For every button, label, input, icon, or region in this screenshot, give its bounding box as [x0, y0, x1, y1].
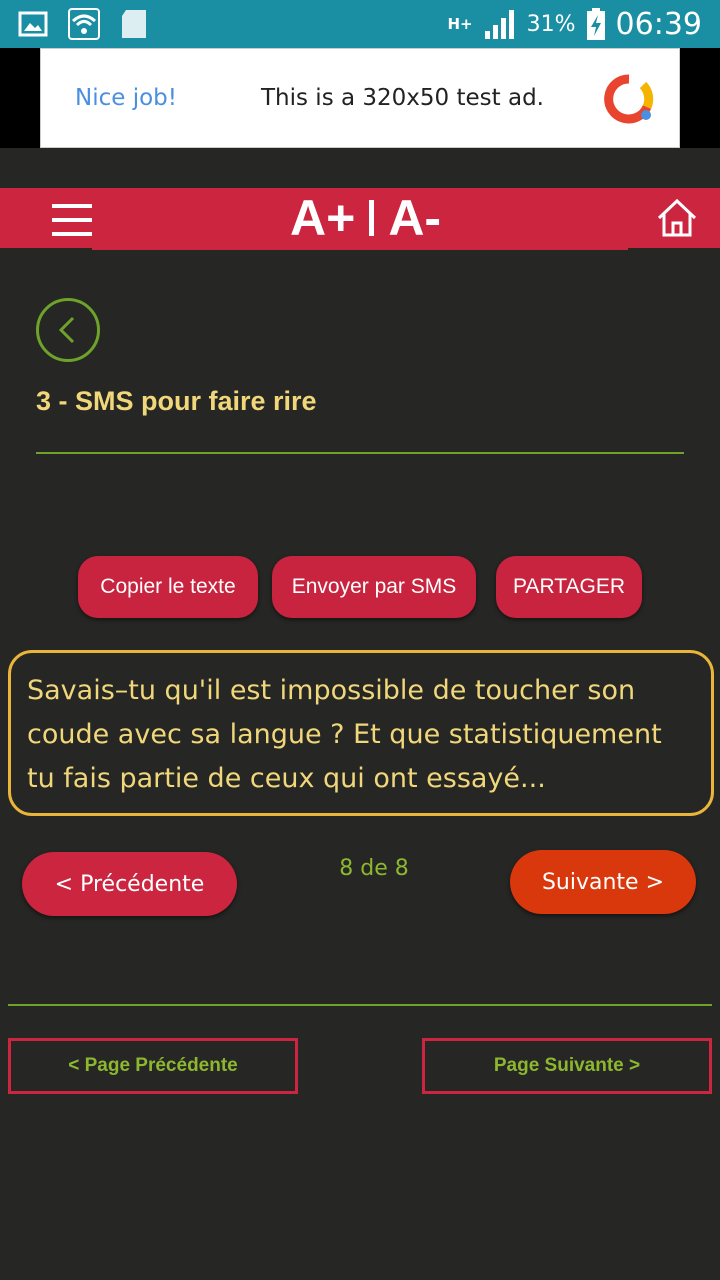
wifi-icon: [68, 8, 100, 40]
status-bar: H+ 31% 06:39: [0, 0, 720, 48]
battery-charging-icon: [586, 8, 605, 40]
ad-nice-job: Nice job!: [75, 85, 177, 111]
copy-text-button[interactable]: Copier le texte: [78, 556, 258, 618]
font-decrease-button[interactable]: A-: [388, 189, 441, 247]
font-size-controls: A+ A-: [290, 188, 441, 248]
network-type: H+: [447, 15, 473, 33]
send-sms-button[interactable]: Envoyer par SMS: [272, 556, 476, 618]
battery-percent: 31%: [526, 11, 576, 37]
next-page-button[interactable]: Page Suivante >: [422, 1038, 712, 1094]
chevron-left-icon: [58, 316, 75, 344]
hamburger-menu-icon[interactable]: [52, 204, 92, 236]
ad-text: This is a 320x50 test ad.: [261, 85, 544, 111]
ad-logo-icon: [604, 74, 654, 124]
share-button[interactable]: PARTAGER: [496, 556, 642, 618]
app-header: A+ A-: [0, 188, 720, 248]
back-button[interactable]: [36, 298, 100, 362]
action-buttons: Copier le texte Envoyer par SMS PARTAGER: [0, 556, 720, 620]
item-counter: 8 de 8: [339, 856, 409, 881]
header-underline: [92, 246, 628, 250]
font-controls-divider: [369, 200, 375, 236]
signal-icon: [484, 10, 514, 39]
ad-container: Nice job! This is a 320x50 test ad.: [0, 48, 720, 148]
previous-button[interactable]: < Précédente: [22, 852, 237, 916]
message-box: Savais–tu qu'il est impossible de touche…: [8, 650, 714, 816]
gallery-icon: [18, 11, 48, 37]
message-text: Savais–tu qu'il est impossible de touche…: [27, 675, 662, 794]
previous-page-button[interactable]: < Page Précédente: [8, 1038, 298, 1094]
sd-card-icon: [122, 10, 146, 38]
test-ad-banner[interactable]: Nice job! This is a 320x50 test ad.: [40, 48, 680, 148]
divider: [8, 1004, 712, 1006]
divider: [36, 452, 684, 454]
clock: 06:39: [615, 6, 702, 42]
next-button[interactable]: Suivante >: [510, 850, 696, 914]
home-icon[interactable]: [656, 198, 698, 238]
font-increase-button[interactable]: A+: [290, 189, 355, 247]
page-title: 3 - SMS pour faire rire: [36, 386, 317, 416]
